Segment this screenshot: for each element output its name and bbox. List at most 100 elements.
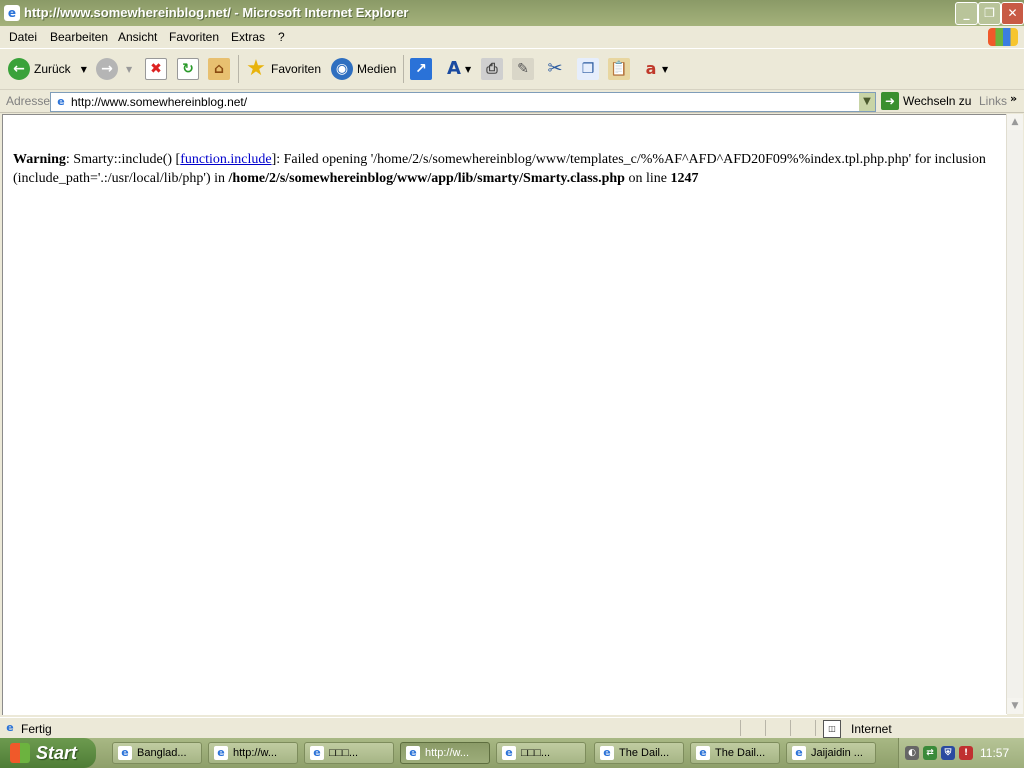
taskbar-item[interactable]: e □□□... xyxy=(496,742,586,764)
go-button[interactable]: Wechseln zu xyxy=(903,94,971,108)
taskbar-item-label: □□□... xyxy=(329,746,359,759)
refresh-icon: ↻ xyxy=(177,58,199,80)
paste-button[interactable]: 📋 xyxy=(608,55,630,83)
network-icon[interactable]: ⇄ xyxy=(923,746,937,760)
minimize-button[interactable]: _ xyxy=(955,2,978,25)
history-icon: ↗ xyxy=(410,58,432,80)
security-zone: Internet xyxy=(851,722,892,736)
ie-icon: e xyxy=(118,746,132,760)
stop-icon: ✖ xyxy=(145,58,167,80)
menu-ansicht[interactable]: Ansicht xyxy=(118,30,157,44)
function-include-link[interactable]: function.include xyxy=(180,152,271,167)
go-arrow-icon[interactable]: ➜ xyxy=(881,92,899,110)
star-icon: ★ xyxy=(246,56,266,81)
language-button[interactable]: a ▼ xyxy=(640,55,669,83)
close-button[interactable]: ✕ xyxy=(1001,2,1024,25)
clock: 11:57 xyxy=(980,746,1010,760)
address-url[interactable]: http://www.somewhereinblog.net/ xyxy=(71,95,247,109)
print-button[interactable]: ⎙ xyxy=(481,55,503,83)
taskbar-item[interactable]: e The Dail... xyxy=(690,742,780,764)
page-icon: e xyxy=(57,95,65,108)
menu-favoriten[interactable]: Favoriten xyxy=(169,30,219,44)
address-dropdown-icon[interactable]: ▼ xyxy=(859,93,875,111)
menu-help[interactable]: ? xyxy=(278,30,285,44)
scroll-up-icon[interactable]: ▲ xyxy=(1007,114,1023,130)
address-bar: Adresse e http://www.somewhereinblog.net… xyxy=(0,90,1024,113)
menu-bar: Datei Bearbeiten Ansicht Favoriten Extra… xyxy=(0,26,1024,49)
taskbar-item-label: □□□... xyxy=(521,746,551,759)
taskbar: Start e Banglad... e http://w... e □□□..… xyxy=(0,738,1024,768)
font-size-button[interactable]: A ▼ xyxy=(443,55,471,83)
taskbar-item-active[interactable]: e http://w... xyxy=(400,742,490,764)
stop-button[interactable]: ✖ xyxy=(145,55,167,83)
scroll-down-icon[interactable]: ▼ xyxy=(1007,698,1023,714)
forward-arrow-icon: → xyxy=(96,58,118,80)
warning-text-3: on line xyxy=(624,171,671,186)
warning-label: Warning xyxy=(13,152,66,167)
history-button[interactable]: ↗ xyxy=(410,55,432,83)
taskbar-item[interactable]: e Banglad... xyxy=(112,742,202,764)
back-label: Zurück xyxy=(34,62,71,76)
ie-icon: e xyxy=(4,5,20,21)
edit-icon: ✎ xyxy=(512,58,534,80)
warning-text-1: : Smarty::include() [ xyxy=(65,152,181,167)
toolbar: ← Zurück ▼ → ▼ ✖ ↻ ⌂ ★ Favoriten ◉ Medie… xyxy=(0,49,1024,90)
maximize-button[interactable]: ❐ xyxy=(978,2,1001,25)
home-button[interactable]: ⌂ xyxy=(208,55,230,83)
taskbar-item[interactable]: e □□□... xyxy=(304,742,394,764)
address-input[interactable]: e http://www.somewhereinblog.net/ ▼ xyxy=(50,92,876,112)
page-content: Warning: Smarty::include() [function.inc… xyxy=(2,114,1007,715)
windows-logo-icon xyxy=(988,28,1018,46)
shield-icon[interactable]: ⛨ xyxy=(941,746,955,760)
forward-button[interactable]: → ▼ xyxy=(96,55,132,83)
status-text: Fertig xyxy=(21,722,52,736)
speaker-icon[interactable]: ◐ xyxy=(905,746,919,760)
taskbar-item-label: http://w... xyxy=(233,746,278,759)
media-button[interactable]: ◉ Medien xyxy=(331,55,396,83)
ie-icon: e xyxy=(600,746,614,760)
links-chevron-icon[interactable]: » xyxy=(1010,92,1017,106)
home-icon: ⌂ xyxy=(208,58,230,80)
favorites-label: Favoriten xyxy=(271,62,322,76)
copy-icon: ❐ xyxy=(577,58,599,80)
status-separator xyxy=(815,720,816,736)
start-label: Start xyxy=(36,743,78,763)
back-arrow-icon: ← xyxy=(8,58,30,80)
font-size-dropdown-icon[interactable]: ▼ xyxy=(465,65,471,74)
menu-bearbeiten[interactable]: Bearbeiten xyxy=(50,30,108,44)
cut-button[interactable]: ✂ xyxy=(544,55,566,83)
security-center-icon[interactable]: ! xyxy=(959,746,973,760)
taskbar-item[interactable]: e The Dail... xyxy=(594,742,684,764)
ie-icon: e xyxy=(406,746,420,760)
taskbar-item-label: The Dail... xyxy=(715,746,766,759)
menu-extras[interactable]: Extras xyxy=(231,30,265,44)
warning-file-path: /home/2/s/somewhereinblog/www/app/lib/sm… xyxy=(228,171,625,186)
edit-button[interactable]: ✎ xyxy=(512,55,534,83)
address-label: Adresse xyxy=(6,94,51,108)
scissors-icon: ✂ xyxy=(547,58,563,79)
start-button[interactable]: Start xyxy=(0,738,96,768)
page-status-icon: e xyxy=(6,721,14,734)
refresh-button[interactable]: ↻ xyxy=(177,55,199,83)
back-button[interactable]: ← Zurück ▼ xyxy=(8,55,87,83)
forward-dropdown-icon[interactable]: ▼ xyxy=(126,65,132,74)
taskbar-item[interactable]: e http://w... xyxy=(208,742,298,764)
windows-flag-icon xyxy=(10,743,30,763)
ie-icon: e xyxy=(696,746,710,760)
links-button[interactable]: Links xyxy=(979,94,1007,108)
taskbar-item[interactable]: e Jaijaidin ... xyxy=(786,742,876,764)
paste-icon: 📋 xyxy=(608,58,630,80)
vertical-scrollbar[interactable]: ▲ ▼ xyxy=(1006,114,1023,714)
favorites-button[interactable]: ★ Favoriten xyxy=(245,55,321,83)
window-title: http://www.somewhereinblog.net/ - Micros… xyxy=(24,5,409,20)
toolbar-separator xyxy=(238,55,239,83)
status-bar: e Fertig ◫ Internet xyxy=(0,717,1024,738)
language-icon: a xyxy=(645,59,657,78)
ie-icon: e xyxy=(792,746,806,760)
status-separator xyxy=(740,720,741,736)
taskbar-item-label: http://w... xyxy=(425,746,470,759)
menu-datei[interactable]: Datei xyxy=(9,30,37,44)
back-dropdown-icon[interactable]: ▼ xyxy=(81,65,87,74)
language-dropdown-icon[interactable]: ▼ xyxy=(662,65,668,74)
copy-button[interactable]: ❐ xyxy=(577,55,599,83)
